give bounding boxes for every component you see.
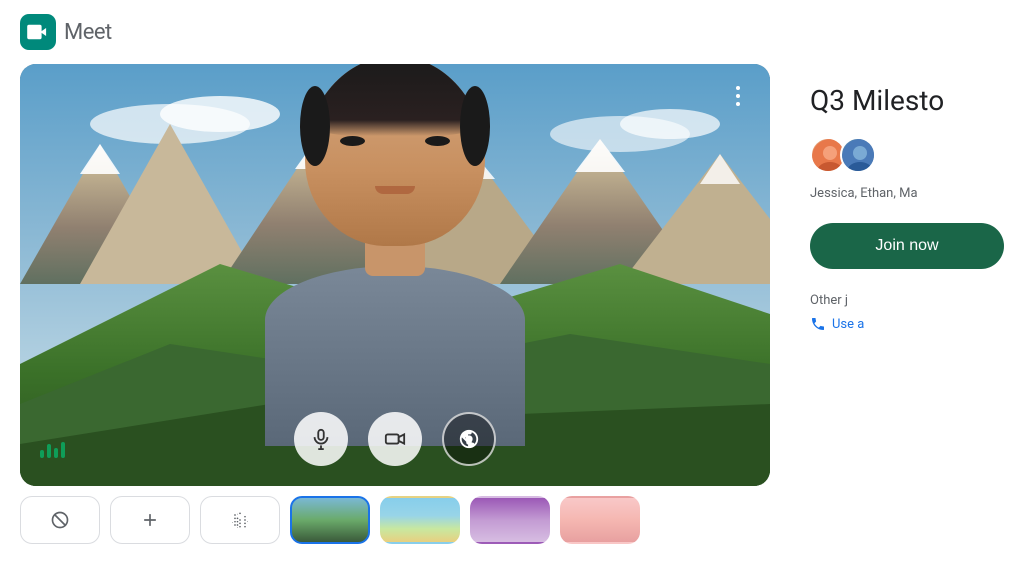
participants-row [810,137,876,173]
background-strip [20,486,770,544]
other-join-text: Other j [810,293,848,308]
dot-1 [736,86,740,90]
participant-avatar-2 [840,137,876,173]
video-section [20,64,770,544]
logo-text: Meet [64,20,112,45]
logo-area: Meet [20,14,112,50]
bg-beach-thumb[interactable] [380,496,460,544]
blur-icon [230,510,250,530]
use-audio-text: Use a [832,317,864,332]
microphone-button[interactable] [294,412,348,466]
use-audio-link[interactable]: Use a [810,316,864,332]
main-content: Q3 Milesto Jessica, Ethan, Ma Join now O… [0,64,1024,544]
add-effect-button[interactable] [110,496,190,544]
meet-logo-icon [20,14,56,50]
dot-3 [736,102,740,106]
bg-purple-thumb[interactable] [470,496,550,544]
camera-button[interactable] [368,412,422,466]
blur-button[interactable] [200,496,280,544]
video-container [20,64,770,486]
join-now-button[interactable]: Join now [810,223,1004,269]
phone-icon [810,316,826,332]
add-icon [140,510,160,530]
camera-icon [384,428,406,450]
more-options-button[interactable] [722,80,754,112]
header: Meet [0,0,1024,64]
person-video [245,106,545,446]
participants-text: Jessica, Ethan, Ma [810,185,918,203]
no-effect-icon [50,510,70,530]
meeting-title: Q3 Milesto [810,84,944,117]
right-panel: Q3 Milesto Jessica, Ethan, Ma Join now O… [810,64,1004,332]
bg-pink-thumb[interactable] [560,496,640,544]
bg-mountains-thumb[interactable] [290,496,370,544]
no-effect-button[interactable] [20,496,100,544]
avatar-2-image [842,139,876,173]
mic-icon [310,428,332,450]
effects-button[interactable] [442,412,496,466]
effects-icon [458,428,480,450]
dot-2 [736,94,740,98]
controls-bar [20,412,770,466]
